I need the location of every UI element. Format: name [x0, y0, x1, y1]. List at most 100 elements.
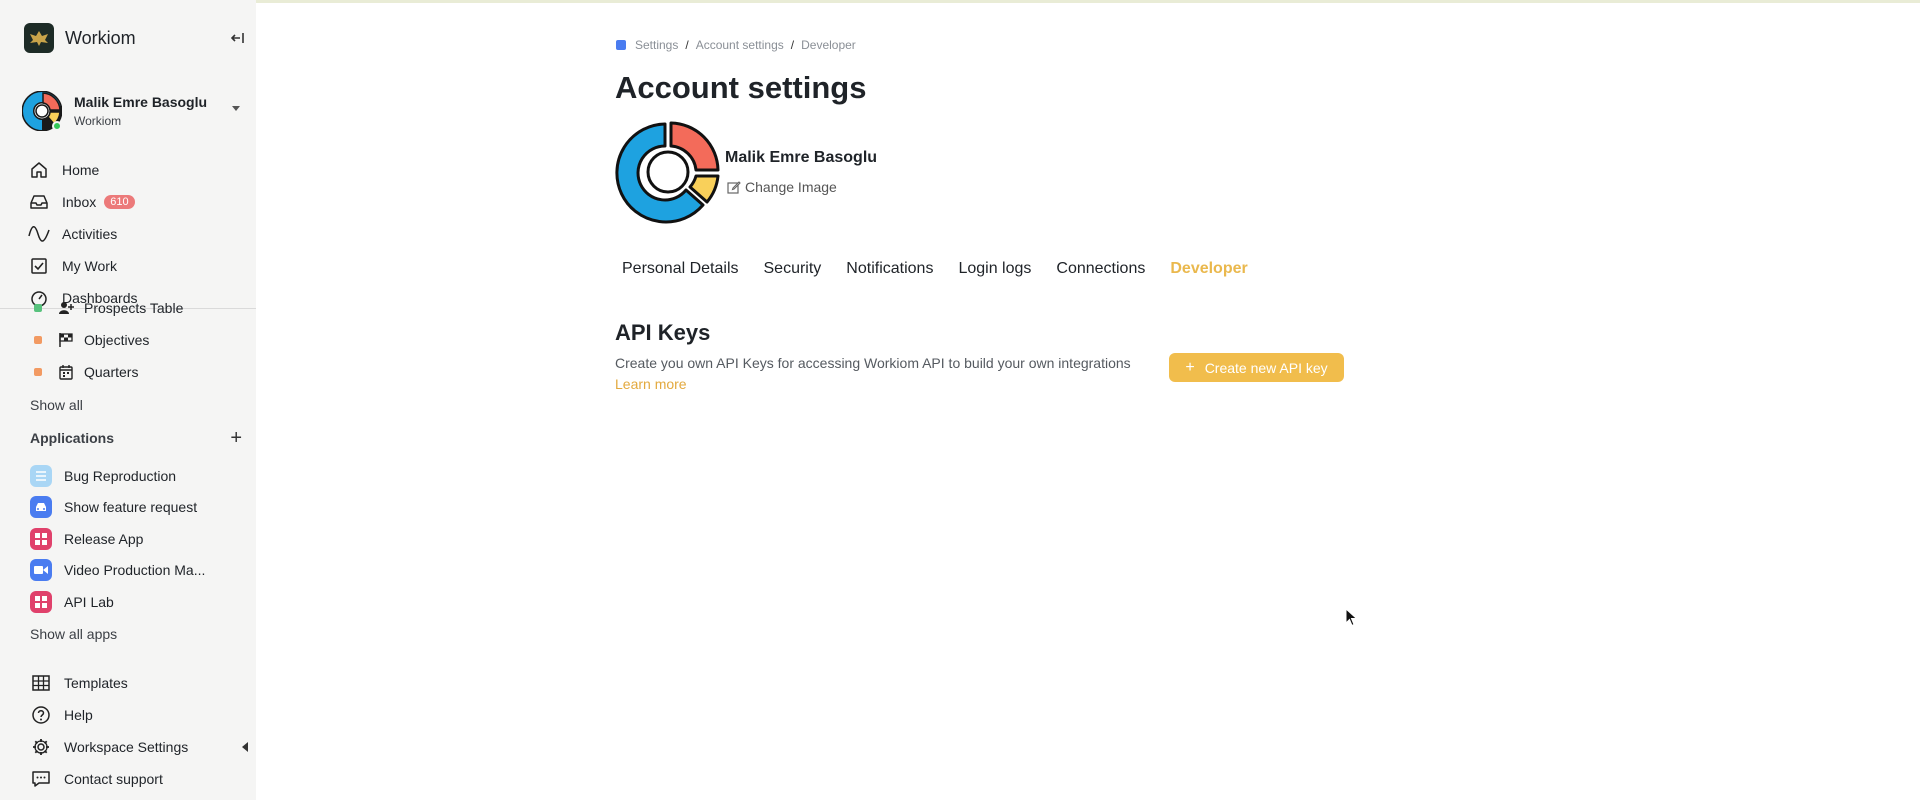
- app-label: Bug Reproduction: [64, 468, 177, 484]
- nav-item-activities[interactable]: Activities: [28, 218, 248, 250]
- api-keys-title: API Keys: [615, 320, 711, 345]
- tab-notifications[interactable]: Notifications: [846, 260, 933, 282]
- nav-item-help[interactable]: Help: [30, 699, 248, 731]
- workspace-logo: [24, 23, 54, 53]
- inbox-count-badge: 610: [104, 195, 135, 209]
- breadcrumb-separator: /: [685, 38, 689, 52]
- profile-header: Malik Emre Basoglu Change Image: [615, 120, 877, 226]
- main-nav: Home Inbox 610 Activities My Work Dashbo…: [28, 154, 248, 314]
- flag-icon: [58, 332, 74, 348]
- app-item-api-lab[interactable]: API Lab: [30, 590, 248, 614]
- bottom-nav: Templates Help Workspace Settings Contac…: [30, 667, 248, 795]
- app-label: Show feature request: [64, 499, 198, 515]
- page-title: Account settings: [615, 70, 867, 105]
- car-icon: [30, 496, 52, 518]
- nav-item-inbox[interactable]: Inbox 610: [28, 186, 248, 218]
- learn-more-link[interactable]: Learn more: [615, 376, 687, 392]
- avatar[interactable]: [615, 120, 721, 226]
- workspace-header[interactable]: Workiom: [24, 22, 246, 54]
- applications-heading: Applications: [30, 430, 115, 446]
- breadcrumb-separator: /: [790, 38, 795, 52]
- help-icon: [30, 704, 52, 726]
- show-all-apps-link[interactable]: Show all apps: [30, 626, 117, 642]
- video-icon: [30, 559, 52, 581]
- user-name: Malik Emre Basoglu: [74, 94, 208, 110]
- checkbox-icon: [28, 255, 50, 277]
- color-dot: [34, 336, 42, 344]
- nav-item-label: Workspace Settings: [64, 739, 189, 755]
- profile-name: Malik Emre Basoglu: [725, 149, 878, 166]
- favorite-item-prospects-table[interactable]: Prospects Table: [34, 298, 244, 318]
- change-image-label: Change Image: [745, 179, 837, 195]
- app-label: Video Production Ma...: [64, 562, 206, 578]
- nav-item-label: My Work: [62, 258, 117, 274]
- show-all-link[interactable]: Show all: [30, 397, 83, 413]
- user-plus-icon: [58, 300, 74, 316]
- favorite-label: Quarters: [84, 364, 139, 380]
- sidebar: Workiom Malik Emre Basoglu Workiom Home: [0, 0, 256, 800]
- avatar: [21, 90, 63, 132]
- calendar-icon: [58, 364, 74, 380]
- favorite-label: Objectives: [84, 332, 150, 348]
- chevron-down-icon[interactable]: [232, 106, 240, 111]
- breadcrumb: Settings / Account settings / Developer: [616, 38, 856, 52]
- inbox-icon: [28, 191, 50, 213]
- nav-item-label: Activities: [62, 226, 118, 242]
- gear-icon: [30, 736, 52, 758]
- nav-item-contact-support[interactable]: Contact support: [30, 763, 248, 795]
- user-workspace: Workiom: [74, 114, 122, 128]
- grid-icon: [30, 528, 52, 550]
- app-item-video-production[interactable]: Video Production Ma...: [30, 558, 248, 582]
- change-image-button[interactable]: Change Image: [727, 179, 877, 195]
- mouse-cursor-icon: [1345, 608, 1358, 627]
- tab-personal-details[interactable]: Personal Details: [622, 260, 739, 282]
- breadcrumb-developer: Developer: [801, 38, 856, 52]
- app-item-release-app[interactable]: Release App: [30, 527, 248, 551]
- api-keys-description: Create you own API Keys for accessing Wo…: [615, 355, 1131, 371]
- home-icon: [28, 159, 50, 181]
- tab-developer[interactable]: Developer: [1170, 260, 1247, 282]
- nav-item-workspace-settings[interactable]: Workspace Settings: [30, 731, 248, 763]
- collapse-sidebar-icon[interactable]: [230, 28, 246, 48]
- applications-header: Applications +: [30, 428, 242, 448]
- nav-item-templates[interactable]: Templates: [30, 667, 248, 699]
- nav-item-label: Contact support: [64, 771, 163, 787]
- plus-icon: +: [1185, 358, 1195, 376]
- favorite-item-quarters[interactable]: Quarters: [34, 362, 244, 382]
- online-status-dot: [52, 121, 62, 131]
- user-card[interactable]: Malik Emre Basoglu Workiom: [21, 90, 248, 132]
- create-api-key-label: Create new API key: [1204, 359, 1328, 376]
- activity-icon: [28, 223, 50, 245]
- app-label: API Lab: [64, 594, 114, 610]
- chevron-left-icon[interactable]: [242, 742, 248, 752]
- app-label: Release App: [64, 531, 144, 547]
- workspace-name: Workiom: [65, 27, 136, 48]
- edit-icon: [727, 181, 741, 194]
- tab-security[interactable]: Security: [764, 260, 822, 282]
- table-icon: [30, 672, 52, 694]
- settings-tabs: Personal Details Security Notifications …: [622, 260, 1273, 282]
- app-item-show-feature-request[interactable]: Show feature request: [30, 495, 248, 519]
- nav-item-home[interactable]: Home: [28, 154, 248, 186]
- chat-icon: [30, 768, 52, 790]
- color-dot: [34, 368, 42, 376]
- tab-login-logs[interactable]: Login logs: [958, 260, 1031, 282]
- breadcrumb-settings[interactable]: Settings: [635, 38, 678, 52]
- breadcrumb-icon: [616, 40, 626, 50]
- tab-connections[interactable]: Connections: [1056, 260, 1145, 282]
- nav-item-label: Help: [64, 707, 93, 723]
- breadcrumb-account-settings[interactable]: Account settings: [696, 38, 784, 52]
- create-api-key-button[interactable]: + Create new API key: [1169, 353, 1344, 382]
- list-icon: [30, 465, 52, 487]
- favorite-item-objectives[interactable]: Objectives: [34, 330, 244, 350]
- grid-icon: [30, 591, 52, 613]
- nav-item-label: Inbox: [62, 194, 97, 210]
- nav-item-my-work[interactable]: My Work: [28, 250, 248, 282]
- nav-item-label: Home: [62, 162, 100, 178]
- add-application-icon[interactable]: +: [230, 428, 242, 448]
- color-dot: [34, 304, 42, 312]
- nav-item-label: Templates: [64, 675, 128, 691]
- app-item-bug-reproduction[interactable]: Bug Reproduction: [30, 464, 248, 488]
- main-content: Settings / Account settings / Developer …: [256, 0, 1920, 800]
- favorite-label: Prospects Table: [84, 300, 184, 316]
